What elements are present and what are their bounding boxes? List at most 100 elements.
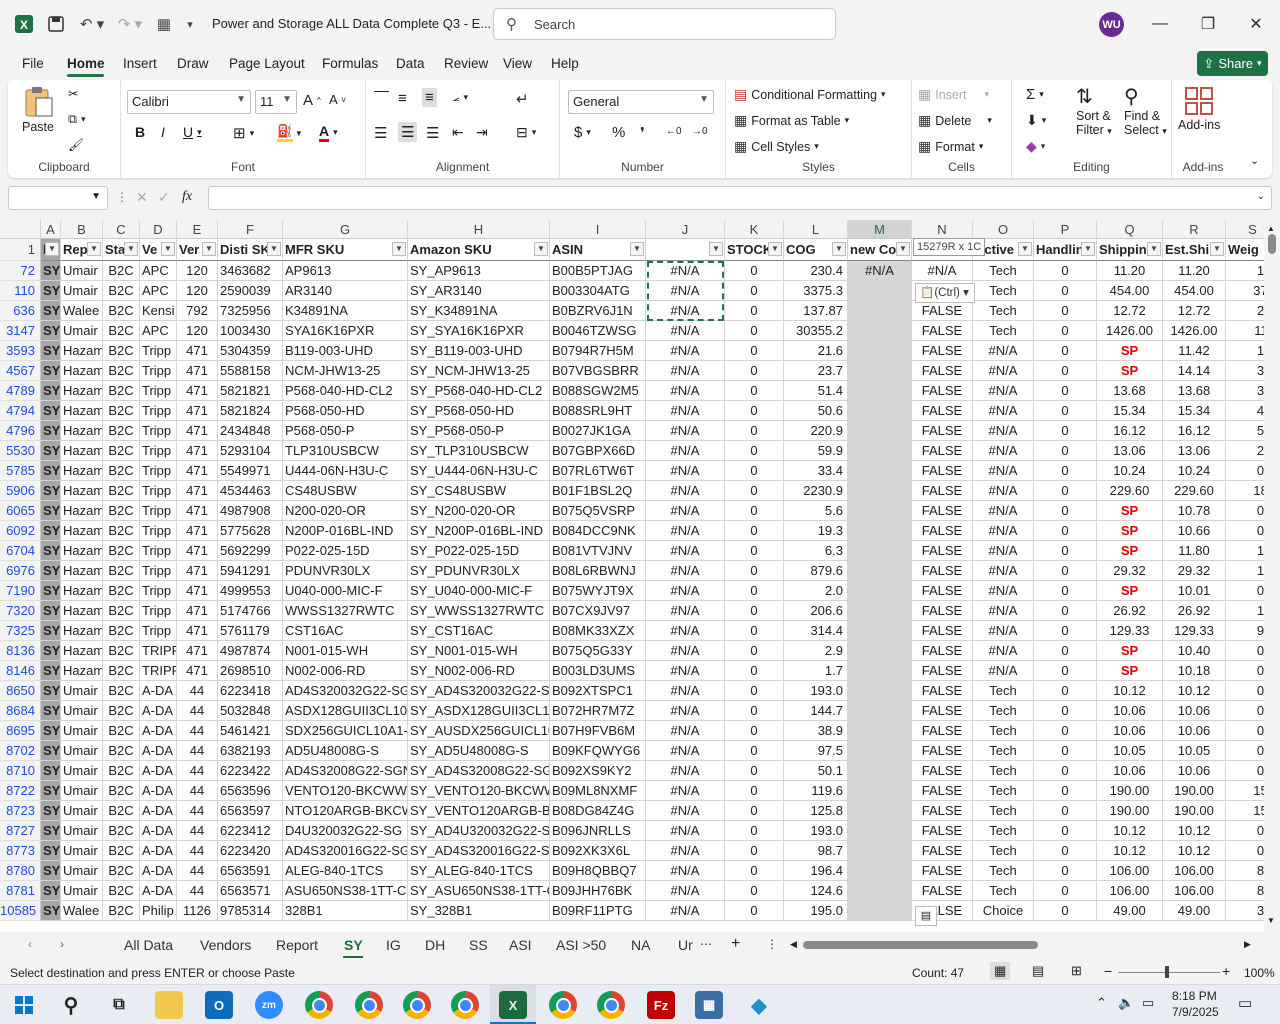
table-cell[interactable]: B2C bbox=[103, 561, 140, 581]
table-cell[interactable]: Umair bbox=[61, 261, 103, 281]
table-cell[interactable]: SY_ASU650NS38-1TT-C bbox=[408, 881, 550, 901]
table-cell[interactable]: 2.9 bbox=[784, 641, 848, 661]
table-cell[interactable]: 106.00 bbox=[1163, 881, 1226, 901]
table-cell[interactable]: 1426.00 bbox=[1163, 321, 1226, 341]
table-cell[interactable]: #N/A bbox=[973, 501, 1034, 521]
table-cell[interactable]: AP9613 bbox=[283, 261, 408, 281]
table-cell[interactable]: 0 bbox=[725, 601, 784, 621]
header-cell[interactable]: COG ▼ bbox=[784, 239, 848, 261]
table-cell[interactable]: B2C bbox=[103, 581, 140, 601]
paste-button[interactable]: Paste bbox=[22, 84, 54, 134]
table-cell[interactable]: 5821821 bbox=[218, 381, 283, 401]
table-cell[interactable]: 21.6 bbox=[784, 341, 848, 361]
table-cell[interactable]: B2C bbox=[103, 901, 140, 921]
table-cell[interactable]: 328B1 bbox=[283, 901, 408, 921]
table-cell[interactable]: TRIPP bbox=[140, 661, 177, 681]
header-cell[interactable]: Rep ▼ bbox=[61, 239, 103, 261]
table-cell[interactable]: 10.06 bbox=[1097, 761, 1163, 781]
table-cell[interactable]: 0 bbox=[725, 681, 784, 701]
row-header[interactable]: 4567 bbox=[0, 361, 41, 381]
table-cell[interactable]: 0 bbox=[725, 461, 784, 481]
table-cell[interactable]: VENTO120-BKCWW bbox=[283, 781, 408, 801]
table-cell[interactable]: AD4S320032G22-SGN bbox=[283, 681, 408, 701]
table-cell[interactable]: Tripp bbox=[140, 421, 177, 441]
table-cell[interactable]: B08L6RBWNJ bbox=[550, 561, 646, 581]
table-cell[interactable]: CST16AC bbox=[283, 621, 408, 641]
table-cell[interactable] bbox=[848, 881, 912, 901]
table-cell[interactable]: P022-025-15D bbox=[283, 541, 408, 561]
tab-all-data[interactable]: All Data bbox=[124, 937, 173, 953]
table-cell[interactable]: 0 bbox=[725, 401, 784, 421]
table-cell[interactable]: 6223420 bbox=[218, 841, 283, 861]
table-cell[interactable]: #N/A bbox=[646, 321, 725, 341]
table-cell[interactable]: AR3140 bbox=[283, 281, 408, 301]
table-cell[interactable]: TLP310USBCW bbox=[283, 441, 408, 461]
table-cell[interactable]: 129.33 bbox=[1163, 621, 1226, 641]
table-cell[interactable]: B2C bbox=[103, 801, 140, 821]
header-cell[interactable]: Sta ▼ bbox=[103, 239, 140, 261]
table-cell[interactable]: 0 bbox=[725, 441, 784, 461]
table-cell[interactable]: 0 bbox=[1034, 841, 1097, 861]
chrome-icon[interactable] bbox=[549, 991, 577, 1019]
table-cell[interactable]: SY bbox=[41, 281, 61, 301]
row-header[interactable]: 5785 bbox=[0, 461, 41, 481]
table-cell[interactable]: SY_P022-025-15D bbox=[408, 541, 550, 561]
fill-icon[interactable]: ⬇ ▾ bbox=[1026, 112, 1046, 129]
menu-review[interactable]: Review bbox=[444, 56, 488, 71]
table-cell[interactable]: 10.01 bbox=[1163, 581, 1226, 601]
table-cell[interactable]: 0 bbox=[1034, 801, 1097, 821]
table-cell[interactable]: 0 bbox=[1034, 821, 1097, 841]
table-cell[interactable] bbox=[848, 581, 912, 601]
tab-report[interactable]: Report bbox=[276, 937, 318, 953]
table-cell[interactable]: 0 bbox=[725, 861, 784, 881]
table-cell[interactable]: 10.24 bbox=[1163, 461, 1226, 481]
table-cell[interactable]: 32. bbox=[1226, 901, 1264, 921]
table-cell[interactable]: Hazam bbox=[61, 641, 103, 661]
table-cell[interactable]: B075WYJT9X bbox=[550, 581, 646, 601]
table-cell[interactable]: SP bbox=[1097, 341, 1163, 361]
table-cell[interactable]: Umair bbox=[61, 701, 103, 721]
paste-options-button[interactable]: 📋(Ctrl) ▾ bbox=[915, 283, 975, 303]
table-cell[interactable]: 3.4 bbox=[1226, 361, 1264, 381]
table-cell[interactable]: B2C bbox=[103, 821, 140, 841]
header-cell[interactable]: ▼ bbox=[646, 239, 725, 261]
borders-icon[interactable]: ⊞ ▾ bbox=[233, 124, 254, 142]
row-header[interactable]: 8781 bbox=[0, 881, 41, 901]
font-size-select[interactable]: 11 ▼ bbox=[255, 90, 297, 114]
table-cell[interactable]: 471 bbox=[177, 341, 218, 361]
table-cell[interactable]: FALSE bbox=[912, 841, 973, 861]
table-cell[interactable]: 5692299 bbox=[218, 541, 283, 561]
table-cell[interactable]: #N/A bbox=[973, 401, 1034, 421]
table-cell[interactable]: #N/A bbox=[973, 361, 1034, 381]
table-cell[interactable]: FALSE bbox=[912, 821, 973, 841]
vertical-scroll-thumb[interactable] bbox=[1268, 234, 1276, 254]
table-cell[interactable]: FALSE bbox=[912, 501, 973, 521]
table-cell[interactable]: Umair bbox=[61, 281, 103, 301]
table-cell[interactable]: B003LD3UMS bbox=[550, 661, 646, 681]
table-cell[interactable]: 471 bbox=[177, 461, 218, 481]
table-cell[interactable]: B07CX9JV97 bbox=[550, 601, 646, 621]
table-cell[interactable]: B2C bbox=[103, 701, 140, 721]
table-cell[interactable]: B00B5PTJAG bbox=[550, 261, 646, 281]
select-all-corner[interactable] bbox=[0, 220, 41, 239]
table-cell[interactable]: Hazam bbox=[61, 421, 103, 441]
table-cell[interactable]: FALSE bbox=[912, 461, 973, 481]
cancel-icon[interactable]: ✕ bbox=[136, 189, 148, 206]
table-cell[interactable]: #N/A bbox=[646, 881, 725, 901]
table-cell[interactable] bbox=[848, 801, 912, 821]
table-cell[interactable] bbox=[848, 301, 912, 321]
table-cell[interactable]: SY_U040-000-MIC-F bbox=[408, 581, 550, 601]
table-cell[interactable]: B075Q5VSRP bbox=[550, 501, 646, 521]
table-cell[interactable]: #N/A bbox=[646, 621, 725, 641]
underline-icon[interactable]: U ▾ bbox=[183, 124, 202, 140]
table-cell[interactable]: SY bbox=[41, 701, 61, 721]
table-cell[interactable]: B075Q5G33Y bbox=[550, 641, 646, 661]
row-header[interactable]: 8650 bbox=[0, 681, 41, 701]
search-box[interactable]: ⚲ Search bbox=[493, 8, 836, 40]
scroll-left-icon[interactable]: ◀ bbox=[790, 939, 797, 950]
zoom-slider[interactable] bbox=[1118, 966, 1220, 978]
table-cell[interactable]: 0 bbox=[725, 781, 784, 801]
table-cell[interactable]: 0 bbox=[1034, 741, 1097, 761]
zoom-out-icon[interactable]: − bbox=[1104, 963, 1112, 979]
table-cell[interactable]: 98.7 bbox=[784, 841, 848, 861]
